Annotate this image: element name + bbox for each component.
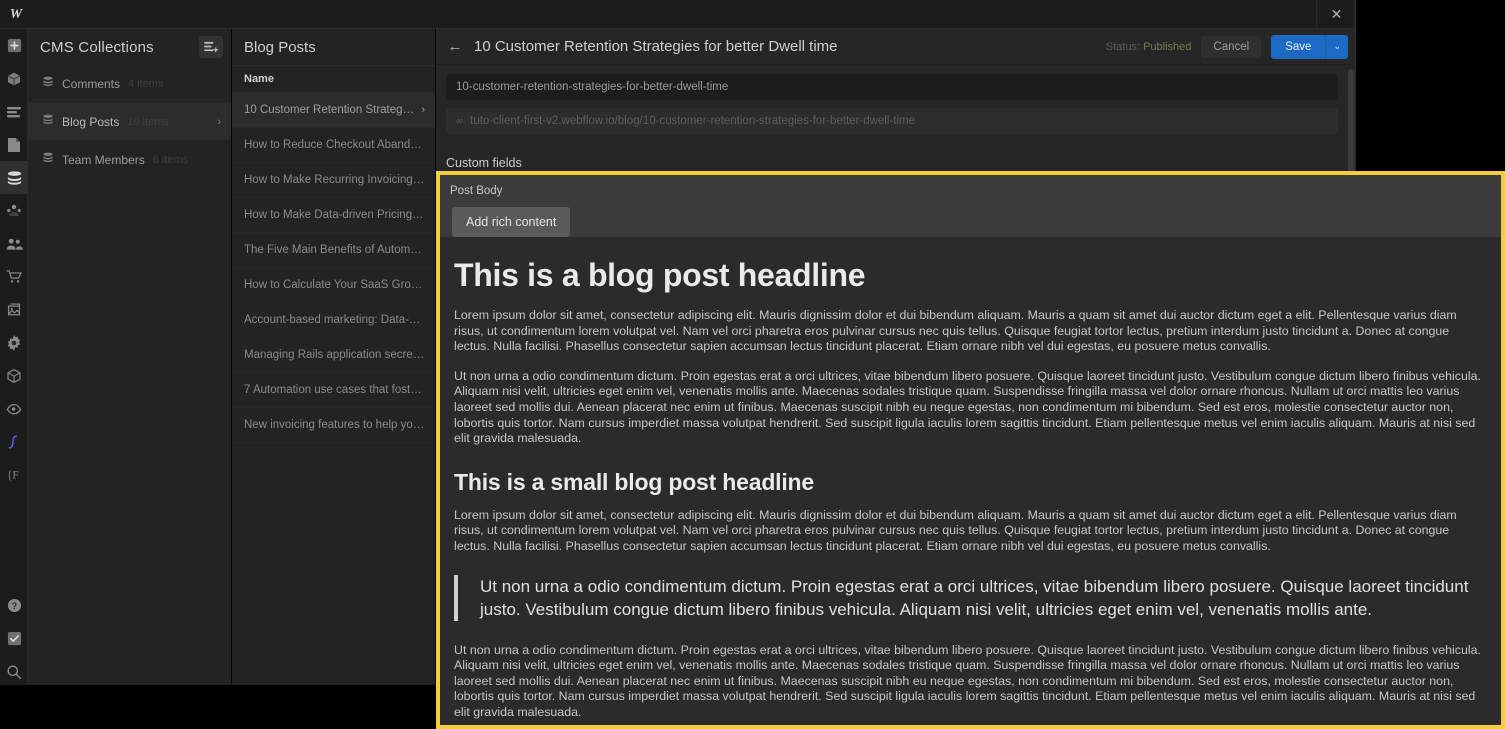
table-row[interactable]: How to Reduce Checkout Abandon...: [232, 128, 435, 163]
table-row[interactable]: How to Make Data-driven Pricing D...: [232, 198, 435, 233]
collections-header: CMS Collections: [28, 29, 231, 65]
blog-blockquote: Ut non urna a odio condimentum dictum. P…: [454, 575, 1487, 621]
collection-item-count: 10 items: [127, 116, 169, 128]
blog-paragraph: Ut non urna a odio condimentum dictum. P…: [454, 369, 1487, 447]
link-icon: ∞: [456, 116, 463, 127]
database-icon: [42, 76, 54, 91]
left-icon-rail: {F ?: [0, 29, 28, 729]
team-icon[interactable]: [0, 227, 28, 260]
collection-item-count: 4 items: [128, 78, 163, 90]
svg-text:{F: {F: [7, 469, 19, 481]
cms-collections-panel: CMS Collections Comments 4 items Blog Po…: [28, 29, 232, 729]
chevron-down-icon[interactable]: ⌄: [1325, 35, 1348, 59]
rich-text-editor-canvas[interactable]: This is a blog post headline Lorem ipsum…: [440, 237, 1501, 725]
database-icon: [42, 114, 54, 129]
assets-icon[interactable]: [0, 293, 28, 326]
sidebar-item-team-members[interactable]: Team Members 6 items: [28, 141, 231, 179]
back-arrow-icon[interactable]: ←: [446, 38, 464, 55]
post-title: 10 Customer Retention Strategies f...: [244, 104, 415, 116]
post-title: How to Make Data-driven Pricing D...: [244, 209, 425, 221]
post-title: Account-based marketing: Data-dri...: [244, 314, 425, 326]
status-badge: Status: Published: [1106, 41, 1192, 53]
help-icon[interactable]: ?: [0, 589, 28, 622]
blog-paragraph: Lorem ipsum dolor sit amet, consectetur …: [454, 308, 1487, 355]
audit-icon[interactable]: [0, 392, 28, 425]
url-text: tuto-client-first-v2.webflow.io/blog/10-…: [470, 115, 915, 127]
page-title: 10 Customer Retention Strategies for bet…: [474, 38, 838, 55]
blog-headline: This is a blog post headline: [454, 257, 1487, 294]
table-row[interactable]: 10 Customer Retention Strategies f... ›: [232, 93, 435, 128]
post-title: Managing Rails application secrets ...: [244, 349, 425, 361]
settings-gear-icon[interactable]: [0, 326, 28, 359]
blog-posts-panel: Blog Posts Name 10 Customer Retention St…: [232, 29, 436, 729]
collection-name: Blog Posts: [62, 115, 119, 129]
collections-title: CMS Collections: [40, 39, 154, 56]
collection-item-count: 6 items: [153, 154, 188, 166]
cancel-button[interactable]: Cancel: [1201, 36, 1261, 58]
editor-header: ← 10 Customer Retention Strategies for b…: [436, 29, 1356, 65]
status-label: Status:: [1106, 41, 1140, 53]
table-row[interactable]: How to Make Recurring Invoicing M...: [232, 163, 435, 198]
variables-icon[interactable]: {F: [0, 458, 28, 491]
table-row[interactable]: How to Calculate Your SaaS Gross ...: [232, 268, 435, 303]
blog-small-headline: This is a small blog post headline: [454, 469, 1487, 496]
add-panel-icon[interactable]: [0, 29, 28, 62]
slug-field[interactable]: 10-customer-retention-strategies-for-bet…: [446, 74, 1338, 100]
url-preview-field[interactable]: ∞ tuto-client-first-v2.webflow.io/blog/1…: [446, 108, 1338, 134]
post-list-header: Blog Posts: [232, 29, 435, 65]
chevron-right-icon[interactable]: ›: [217, 116, 221, 128]
close-icon[interactable]: ✕: [1316, 0, 1356, 29]
table-row[interactable]: Managing Rails application secrets ...: [232, 338, 435, 373]
webflow-logo-icon: W: [5, 4, 27, 25]
blog-paragraph: Ut non urna a odio condimentum dictum. P…: [454, 643, 1487, 721]
blog-paragraph: Lorem ipsum dolor sit amet, consectetur …: [454, 508, 1487, 555]
style-manager-icon[interactable]: [0, 95, 28, 128]
collection-name: Comments: [62, 77, 120, 91]
table-row[interactable]: 7 Automation use cases that foster ...: [232, 373, 435, 408]
database-icon: [42, 152, 54, 167]
post-title: The Five Main Benefits of Automati...: [244, 244, 425, 256]
search-icon[interactable]: [0, 655, 28, 688]
save-button-group[interactable]: Save ⌄: [1271, 35, 1348, 59]
window-bottom-gap: [0, 685, 436, 729]
app-root: W ✕: [0, 0, 1505, 729]
post-title: How to Calculate Your SaaS Gross ...: [244, 279, 425, 291]
column-header-name[interactable]: Name: [232, 65, 435, 93]
add-collection-icon[interactable]: [199, 36, 223, 58]
users-icon[interactable]: [0, 194, 28, 227]
cms-icon[interactable]: [0, 161, 28, 194]
post-title: New invoicing features to help you ...: [244, 419, 425, 431]
post-body-label-row: Post Body: [440, 175, 1501, 199]
add-rich-content-button[interactable]: Add rich content: [452, 207, 570, 237]
post-title: 7 Automation use cases that foster ...: [244, 384, 425, 396]
status-value: Published: [1143, 41, 1191, 53]
post-body-field-highlight: Post Body Add rich content This is a blo…: [436, 171, 1505, 729]
components-icon[interactable]: [0, 62, 28, 95]
sidebar-item-blog-posts[interactable]: Blog Posts 10 items ›: [28, 103, 231, 141]
post-body-label: Post Body: [450, 185, 502, 197]
editor-header-actions: Status: Published Cancel Save ⌄: [1106, 35, 1348, 59]
sidebar-item-comments[interactable]: Comments 4 items: [28, 65, 231, 103]
checklist-icon[interactable]: [0, 622, 28, 655]
save-button[interactable]: Save: [1271, 35, 1325, 59]
ecommerce-cart-icon[interactable]: [0, 260, 28, 293]
rich-text-content: This is a blog post headline Lorem ipsum…: [454, 257, 1487, 721]
table-row[interactable]: Account-based marketing: Data-dri...: [232, 303, 435, 338]
apps-package-icon[interactable]: [0, 359, 28, 392]
table-row[interactable]: New invoicing features to help you ...: [232, 408, 435, 443]
post-title: How to Make Recurring Invoicing M...: [244, 174, 425, 186]
table-row[interactable]: The Five Main Benefits of Automati...: [232, 233, 435, 268]
pages-icon[interactable]: [0, 128, 28, 161]
custom-fields-heading: Custom fields: [446, 156, 1356, 170]
collection-name: Team Members: [62, 153, 145, 167]
chevron-right-icon[interactable]: ›: [415, 104, 425, 116]
interactions-icon[interactable]: [0, 425, 28, 458]
svg-text:?: ?: [11, 601, 16, 611]
post-title: How to Reduce Checkout Abandon...: [244, 139, 425, 151]
post-list-title: Blog Posts: [244, 39, 316, 56]
window-titlebar: W ✕: [0, 0, 1356, 29]
